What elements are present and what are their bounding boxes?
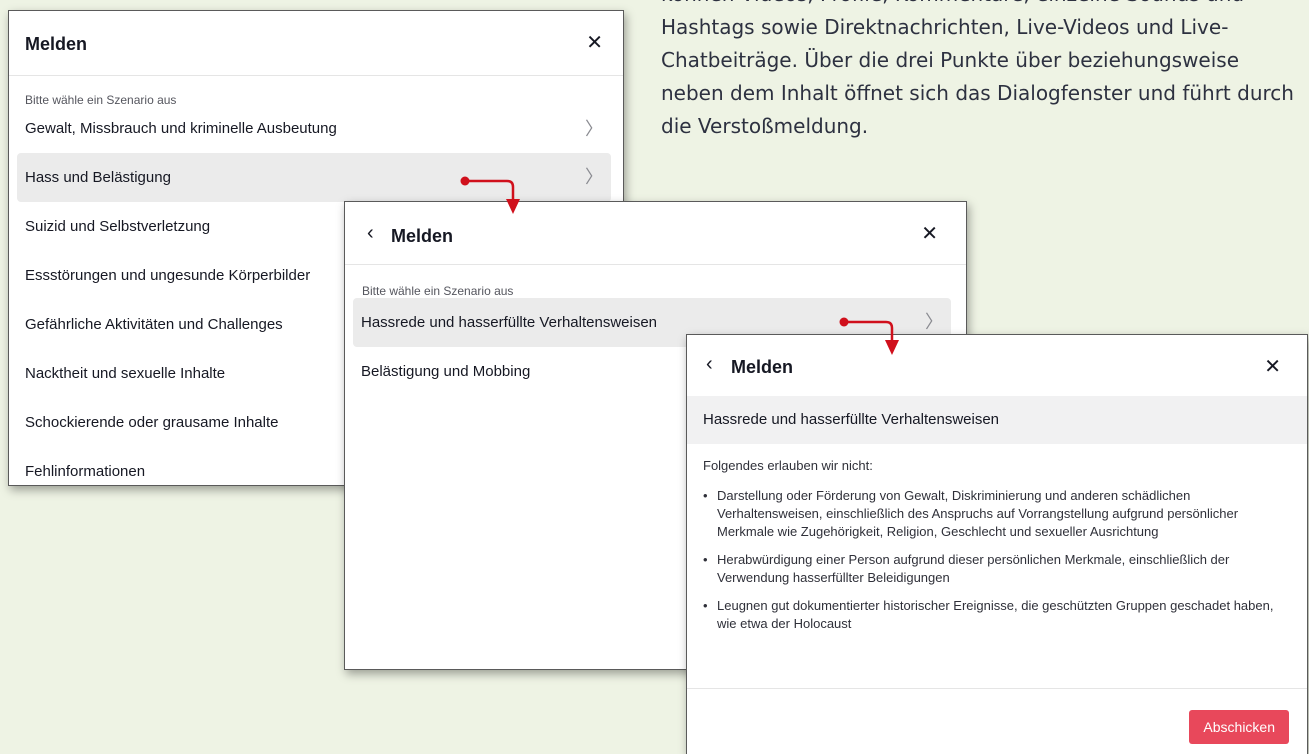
article-text: können Videos, Profile, Kommentare, einz… [661,0,1294,138]
policy-body: Folgendes erlauben wir nicht: • Darstellu… [687,444,1307,633]
close-icon[interactable]: ✕ [586,33,603,53]
dialog-header: ‹ Melden ✕ [687,335,1307,396]
scenario-item-hate[interactable]: Hass und Belästigung 〉 [17,153,611,202]
chevron-right-icon: 〉 [585,167,603,187]
dialog-title: Melden [731,357,794,377]
dialog-title: Melden [391,226,454,246]
scenario-prompt: Bitte wähle ein Szenario aus [362,284,514,298]
dialog-header: Melden ✕ [9,11,623,76]
policy-bullet: • Herabwürdigung einer Person aufgrund di… [703,552,1230,585]
chevron-right-icon: 〉 [585,119,603,139]
scenario-prompt: Bitte wähle ein Szenario aus [25,93,177,107]
policy-intro: Folgendes erlauben wir nicht: [703,458,873,473]
chevron-left-icon[interactable]: ‹ [706,353,713,376]
policy-bullet: • Darstellung oder Förderung von Gewalt, … [703,488,1239,539]
dialog-title: Melden [25,34,88,54]
chevron-left-icon[interactable]: ‹ [367,222,374,245]
report-dialog-3: ‹ Melden ✕ Hassrede und hasserfüllte Ver… [686,334,1308,754]
dialog-footer: Abschicken [687,688,1307,754]
dialog-header: ‹ Melden ✕ [345,202,966,265]
submit-button[interactable]: Abschicken [1189,710,1289,744]
close-icon[interactable]: ✕ [1264,357,1281,377]
scenario-item-violence[interactable]: Gewalt, Missbrauch und kriminelle Ausbeu… [17,107,611,153]
close-icon[interactable]: ✕ [921,224,938,244]
policy-bullet: • Leugnen gut dokumentierter historischer… [703,598,1274,631]
section-title: Hassrede und hasserfüllte Verhaltensweis… [687,396,1307,444]
